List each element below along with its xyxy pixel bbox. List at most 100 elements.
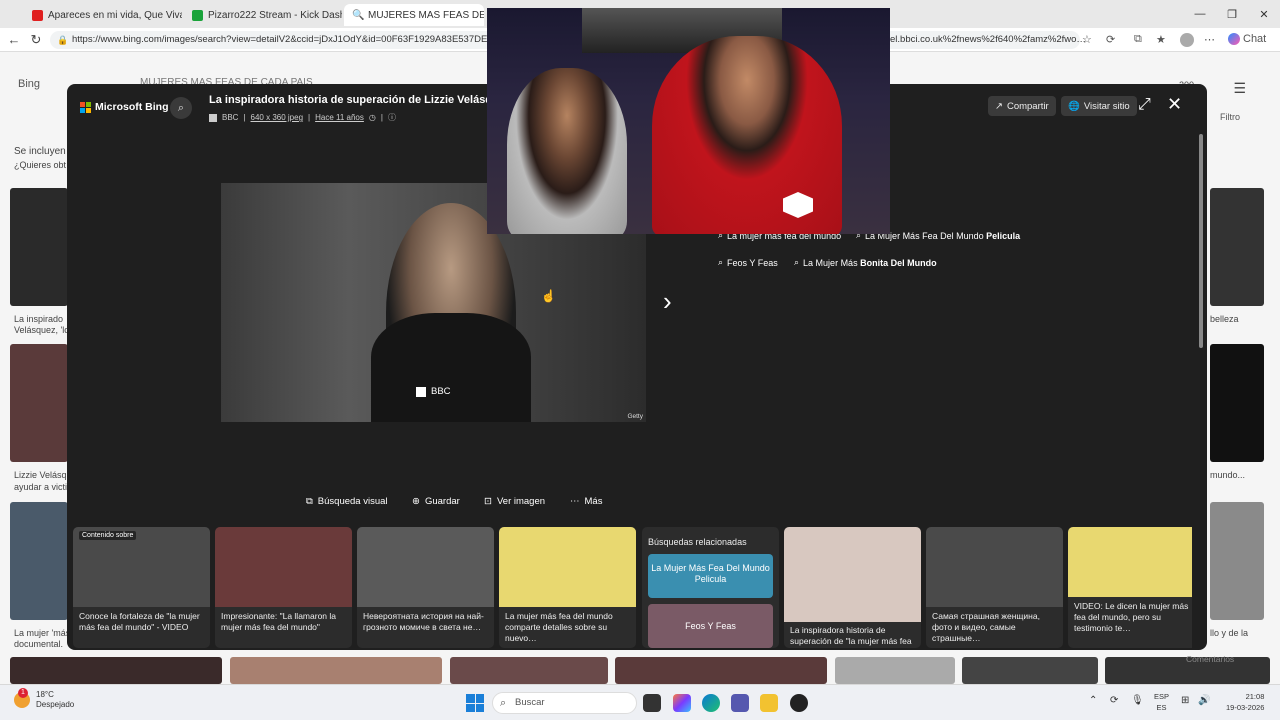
related-search-item[interactable]: Feos Y Feas (648, 604, 773, 648)
background-thumbnail[interactable] (10, 657, 222, 684)
card-caption: Невероятната история на най-грозното мом… (363, 611, 484, 632)
sync-icon[interactable]: ⟳ (1110, 695, 1118, 706)
similar-image-card[interactable]: Невероятната история на най-грозното мом… (357, 527, 494, 648)
keyboard-label: ES (1156, 703, 1167, 712)
related-pill[interactable]: ⌕ Feos Y Feas (718, 257, 778, 268)
background-thumbnail[interactable] (10, 502, 68, 620)
visit-site-button[interactable]: 🌐 Visitar sitio (1061, 96, 1137, 116)
card-caption: Conoce la fortaleza de "la mujer más fea… (79, 611, 200, 632)
chat-label: Chat (1243, 33, 1267, 45)
background-thumbnail[interactable] (10, 344, 68, 462)
clock[interactable]: 21:08 19-03-2026 (1226, 691, 1264, 713)
extensions-icon[interactable]: ⟳ (1106, 33, 1115, 46)
background-thumbnail[interactable] (615, 657, 827, 684)
tab-youtube[interactable]: Apareces en mi vida, Que Viva Ve ✕ (24, 4, 182, 26)
volume-icon[interactable]: 🔊 (1198, 695, 1210, 706)
similar-image-card[interactable]: Impresionante: "La llamaron la mujer más… (215, 527, 352, 648)
share-icon: ↗ (995, 100, 1003, 112)
background-thumbnail[interactable] (1210, 188, 1264, 306)
comments-link[interactable]: Comentarios (1186, 654, 1234, 664)
card-thumbnail (1068, 527, 1192, 597)
obs-icon[interactable] (790, 694, 808, 712)
windows-start-icon[interactable] (466, 694, 484, 712)
background-thumbnail[interactable] (835, 657, 955, 684)
similar-image-card[interactable]: VIDEO: Le dicen la mujer más fea del mun… (1068, 527, 1192, 648)
background-thumbnail[interactable] (1210, 344, 1264, 462)
related-pill[interactable]: ⌕ La Mujer Más Bonita Del Mundo (794, 257, 937, 268)
search-icon[interactable]: ⌕ (170, 97, 192, 119)
microphone-icon[interactable]: 🎙 (1131, 695, 1144, 706)
side-text: llo y de la (1210, 628, 1249, 638)
star-icon[interactable]: ☆ (1082, 33, 1092, 46)
youtube-icon (32, 9, 43, 21)
similar-image-card[interactable]: Contenido sobre Conoce la fortaleza de "… (73, 527, 210, 648)
image-source-badge[interactable]: BBC (416, 386, 451, 397)
similar-image-card[interactable]: La mujer más fea del mundo comparte deta… (499, 527, 636, 648)
visit-label: Visitar sitio (1083, 100, 1130, 112)
expand-icon[interactable]: ⤢ (1138, 96, 1151, 114)
image-title[interactable]: La inspiradora historia de superación de… (209, 94, 513, 106)
network-icon[interactable]: ⊞ (1181, 695, 1189, 706)
scrollbar[interactable] (1199, 134, 1203, 348)
globe-icon: 🌐 (1068, 100, 1080, 112)
related-search-item[interactable]: La Mujer Más Fea Del Mundo Pelicula (648, 554, 773, 598)
similar-image-card[interactable]: Самая страшная женщина, фото и видео, са… (926, 527, 1063, 648)
clock-icon: ◷ (368, 113, 376, 122)
side-text: ¿Quieres obt (14, 160, 67, 170)
refresh-icon[interactable]: ↻ (28, 32, 44, 48)
background-thumbnail[interactable] (962, 657, 1098, 684)
collections-icon[interactable]: ⧉ (1134, 33, 1142, 46)
source-label[interactable]: BBC (222, 113, 238, 122)
background-thumbnail[interactable] (230, 657, 442, 684)
weather-badge: 1 (18, 688, 28, 698)
image-meta: BBC | 640 x 360 jpeg | Hace 11 años ◷ | … (209, 112, 396, 123)
maximize-icon[interactable]: ❐ (1216, 0, 1248, 28)
file-explorer-icon[interactable] (760, 694, 778, 712)
background-thumbnail[interactable] (10, 188, 68, 306)
save-button[interactable]: ⊕ Guardar (412, 496, 460, 507)
card-caption: VIDEO: Le dicen la mujer más fea del mun… (1074, 601, 1189, 633)
more-icon[interactable]: ⋯ (1204, 33, 1215, 46)
minimize-icon[interactable]: — (1184, 0, 1216, 28)
menu-icon[interactable]: ☰ (1233, 80, 1246, 97)
card-caption: Самая страшная женщина, фото и видео, са… (932, 611, 1040, 643)
bing-logo[interactable]: Bing (18, 78, 40, 90)
side-text: belleza (1210, 314, 1239, 324)
background-thumbnail[interactable] (450, 657, 608, 684)
info-icon[interactable]: ⓘ (388, 112, 396, 123)
chevron-up-icon[interactable]: ⌃ (1089, 695, 1097, 706)
pill-bold: Pelicula (986, 230, 1021, 241)
card-thumbnail (357, 527, 494, 607)
weather-widget[interactable]: 1 18°C Despejado (14, 688, 74, 710)
action-label: Más (584, 496, 603, 507)
taskbar-search[interactable]: ⌕ Buscar (492, 692, 637, 714)
visual-search-button[interactable]: ⧉ Búsqueda visual (306, 496, 388, 507)
similar-image-card[interactable]: La inspiradora historia de superación de… (784, 527, 921, 648)
next-image-icon[interactable]: › (663, 286, 672, 317)
tab-bing[interactable]: 🔍 MUJERES MAS FEAS DE CADA PA (344, 4, 484, 26)
back-icon[interactable]: ← (6, 32, 22, 48)
bbc-icon (416, 386, 426, 397)
task-view-icon[interactable] (643, 694, 661, 712)
more-button[interactable]: ⋯ Más (570, 496, 602, 507)
edge-icon[interactable] (702, 694, 720, 712)
teams-icon[interactable] (731, 694, 749, 712)
save-icon: ⊕ (412, 496, 420, 507)
language-indicator[interactable]: ESP ES (1154, 691, 1169, 713)
share-button[interactable]: ↗ Compartir (988, 96, 1056, 116)
background-thumbnail[interactable] (1210, 502, 1264, 620)
copilot-app-icon[interactable] (673, 694, 691, 712)
dimensions-label[interactable]: 640 x 360 jpeg (251, 113, 304, 122)
age-label[interactable]: Hace 11 años (315, 113, 364, 122)
tab-kick[interactable]: Pizarro222 Stream - Kick Dashboa ✕ (184, 4, 342, 26)
view-image-button[interactable]: ⊡ Ver imagen (484, 496, 545, 507)
microsoft-bing-logo[interactable]: Microsoft Bing (80, 101, 169, 113)
side-text: La mujer 'más (14, 628, 71, 638)
copilot-button[interactable]: Chat (1228, 33, 1266, 45)
close-window-icon[interactable]: ✕ (1248, 0, 1280, 28)
favorites-icon[interactable]: ★ (1156, 33, 1166, 46)
share-label: Compartir (1006, 100, 1049, 112)
profile-avatar[interactable] (1180, 33, 1194, 47)
close-icon[interactable]: ✕ (1167, 94, 1182, 115)
filter-label[interactable]: Filtro (1220, 112, 1240, 122)
